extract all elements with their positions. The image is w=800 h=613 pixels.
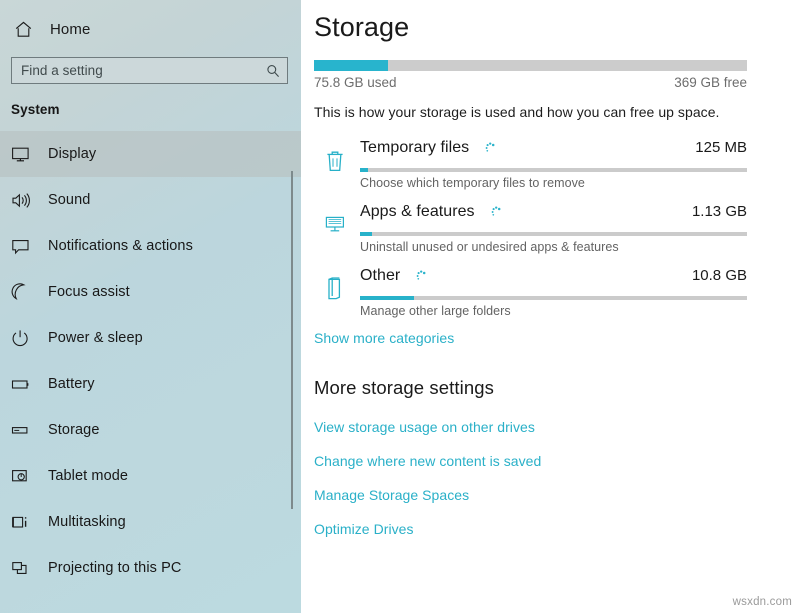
storage-category-bar — [360, 296, 747, 300]
storage-category-subtitle: Manage other large folders — [360, 304, 511, 318]
battery-icon — [11, 373, 37, 395]
drive-usage-bar — [314, 60, 747, 71]
more-storage-settings-links: View storage usage on other drives Chang… — [301, 410, 800, 546]
moon-icon — [11, 281, 37, 303]
sidebar-item-notifications[interactable]: Notifications & actions — [0, 223, 301, 269]
storage-category-size: 1.13 GB — [691, 203, 747, 220]
power-icon — [11, 327, 37, 349]
storage-category-row[interactable]: Other 10.8 GB Manage other large folders — [314, 265, 747, 329]
sidebar-scrollbar-thumb[interactable] — [291, 171, 293, 509]
storage-category-bar-fill — [360, 232, 372, 236]
sidebar-item-label: Sound — [48, 192, 91, 208]
watermark: wsxdn.com — [732, 596, 792, 608]
folder-page-icon — [320, 273, 350, 305]
storage-category-subtitle: Uninstall unused or undesired apps & fea… — [360, 240, 619, 254]
drive-free-label: 369 GB free — [674, 75, 747, 90]
storage-category-name: Other — [360, 267, 401, 284]
storage-category-row[interactable]: Temporary files 125 MB Choose which temp… — [314, 137, 747, 201]
storage-category-bar-fill — [360, 168, 368, 172]
loading-spinner-icon — [412, 268, 428, 284]
sidebar-item-battery[interactable]: Battery — [0, 361, 301, 407]
sidebar-item-label: Display — [48, 146, 97, 162]
sidebar-nav-list: Display Sound Notifications & actions Fo… — [0, 131, 301, 591]
page-title: Storage — [314, 12, 410, 42]
sidebar-item-label: Notifications & actions — [48, 238, 193, 254]
loading-spinner-icon — [481, 140, 497, 156]
storage-category-bar — [360, 168, 747, 172]
storage-category-name: Temporary files — [360, 139, 470, 156]
storage-category-subtitle: Choose which temporary files to remove — [360, 176, 585, 190]
sidebar-item-power-sleep[interactable]: Power & sleep — [0, 315, 301, 361]
storage-category-row[interactable]: Apps & features 1.13 GB Uninstall unused… — [314, 201, 747, 265]
projecting-icon — [11, 557, 37, 579]
sidebar-item-projecting[interactable]: Projecting to this PC — [0, 545, 301, 591]
storage-category-size: 10.8 GB — [691, 267, 747, 284]
sidebar-section-title: System — [11, 102, 60, 117]
search-input[interactable]: Find a setting — [11, 57, 288, 84]
multitasking-icon — [11, 511, 37, 533]
trash-icon — [320, 145, 350, 177]
loading-spinner-icon — [487, 204, 503, 220]
sidebar-item-multitasking[interactable]: Multitasking — [0, 499, 301, 545]
notification-icon — [11, 235, 37, 257]
search-container: Find a setting — [11, 57, 288, 84]
drive-usage-block: 75.8 GB used 369 GB free — [314, 60, 747, 90]
sidebar-item-display[interactable]: Display — [0, 131, 301, 177]
show-more-categories-link[interactable]: Show more categories — [314, 330, 454, 346]
sidebar-item-focus-assist[interactable]: Focus assist — [0, 269, 301, 315]
link-manage-storage-spaces[interactable]: Manage Storage Spaces — [314, 478, 800, 512]
drive-usage-legend: 75.8 GB used 369 GB free — [314, 75, 747, 90]
storage-icon — [11, 419, 37, 441]
main-content: Storage 75.8 GB used 369 GB free This is… — [301, 0, 800, 613]
storage-category-size: 125 MB — [695, 139, 747, 156]
sidebar-item-label: Tablet mode — [48, 468, 129, 484]
sidebar-item-label: Storage — [48, 422, 100, 438]
monitor-icon — [11, 143, 37, 165]
storage-category-bar — [360, 232, 747, 236]
storage-category-head: Apps & features — [360, 203, 747, 221]
link-optimize-drives[interactable]: Optimize Drives — [314, 512, 800, 546]
search-icon[interactable] — [265, 63, 281, 79]
storage-description: This is how your storage is used and how… — [314, 104, 720, 120]
settings-window: Home Find a setting System Display Sound… — [0, 0, 800, 613]
storage-category-head: Other — [360, 267, 747, 285]
drive-used-label: 75.8 GB used — [314, 75, 397, 90]
sidebar-item-label: Multitasking — [48, 514, 126, 530]
sidebar-item-tablet-mode[interactable]: Tablet mode — [0, 453, 301, 499]
storage-category-head: Temporary files — [360, 139, 747, 157]
search-placeholder: Find a setting — [21, 63, 103, 78]
sidebar-home-label: Home — [50, 20, 91, 38]
tablet-icon — [11, 465, 37, 487]
storage-category-bar-fill — [360, 296, 415, 300]
home-icon — [12, 18, 34, 40]
speaker-icon — [11, 189, 37, 211]
link-view-storage-usage-other-drives[interactable]: View storage usage on other drives — [314, 410, 800, 444]
sidebar-scrollbar-track[interactable] — [291, 9, 297, 613]
storage-category-name: Apps & features — [360, 203, 475, 220]
link-change-where-new-content-is-saved[interactable]: Change where new content is saved — [314, 444, 800, 478]
sidebar-item-label: Battery — [48, 376, 95, 392]
more-storage-settings-title: More storage settings — [314, 377, 494, 398]
sidebar-item-label: Projecting to this PC — [48, 560, 182, 576]
storage-category-list: Temporary files 125 MB Choose which temp… — [301, 137, 800, 329]
desktop-apps-icon — [320, 209, 350, 241]
sidebar-item-label: Power & sleep — [48, 330, 143, 346]
sidebar: Home Find a setting System Display Sound… — [0, 0, 301, 613]
sidebar-item-sound[interactable]: Sound — [0, 177, 301, 223]
sidebar-item-storage[interactable]: Storage — [0, 407, 301, 453]
sidebar-item-home[interactable]: Home — [0, 9, 301, 49]
sidebar-item-label: Focus assist — [48, 284, 130, 300]
drive-usage-fill — [314, 60, 388, 71]
